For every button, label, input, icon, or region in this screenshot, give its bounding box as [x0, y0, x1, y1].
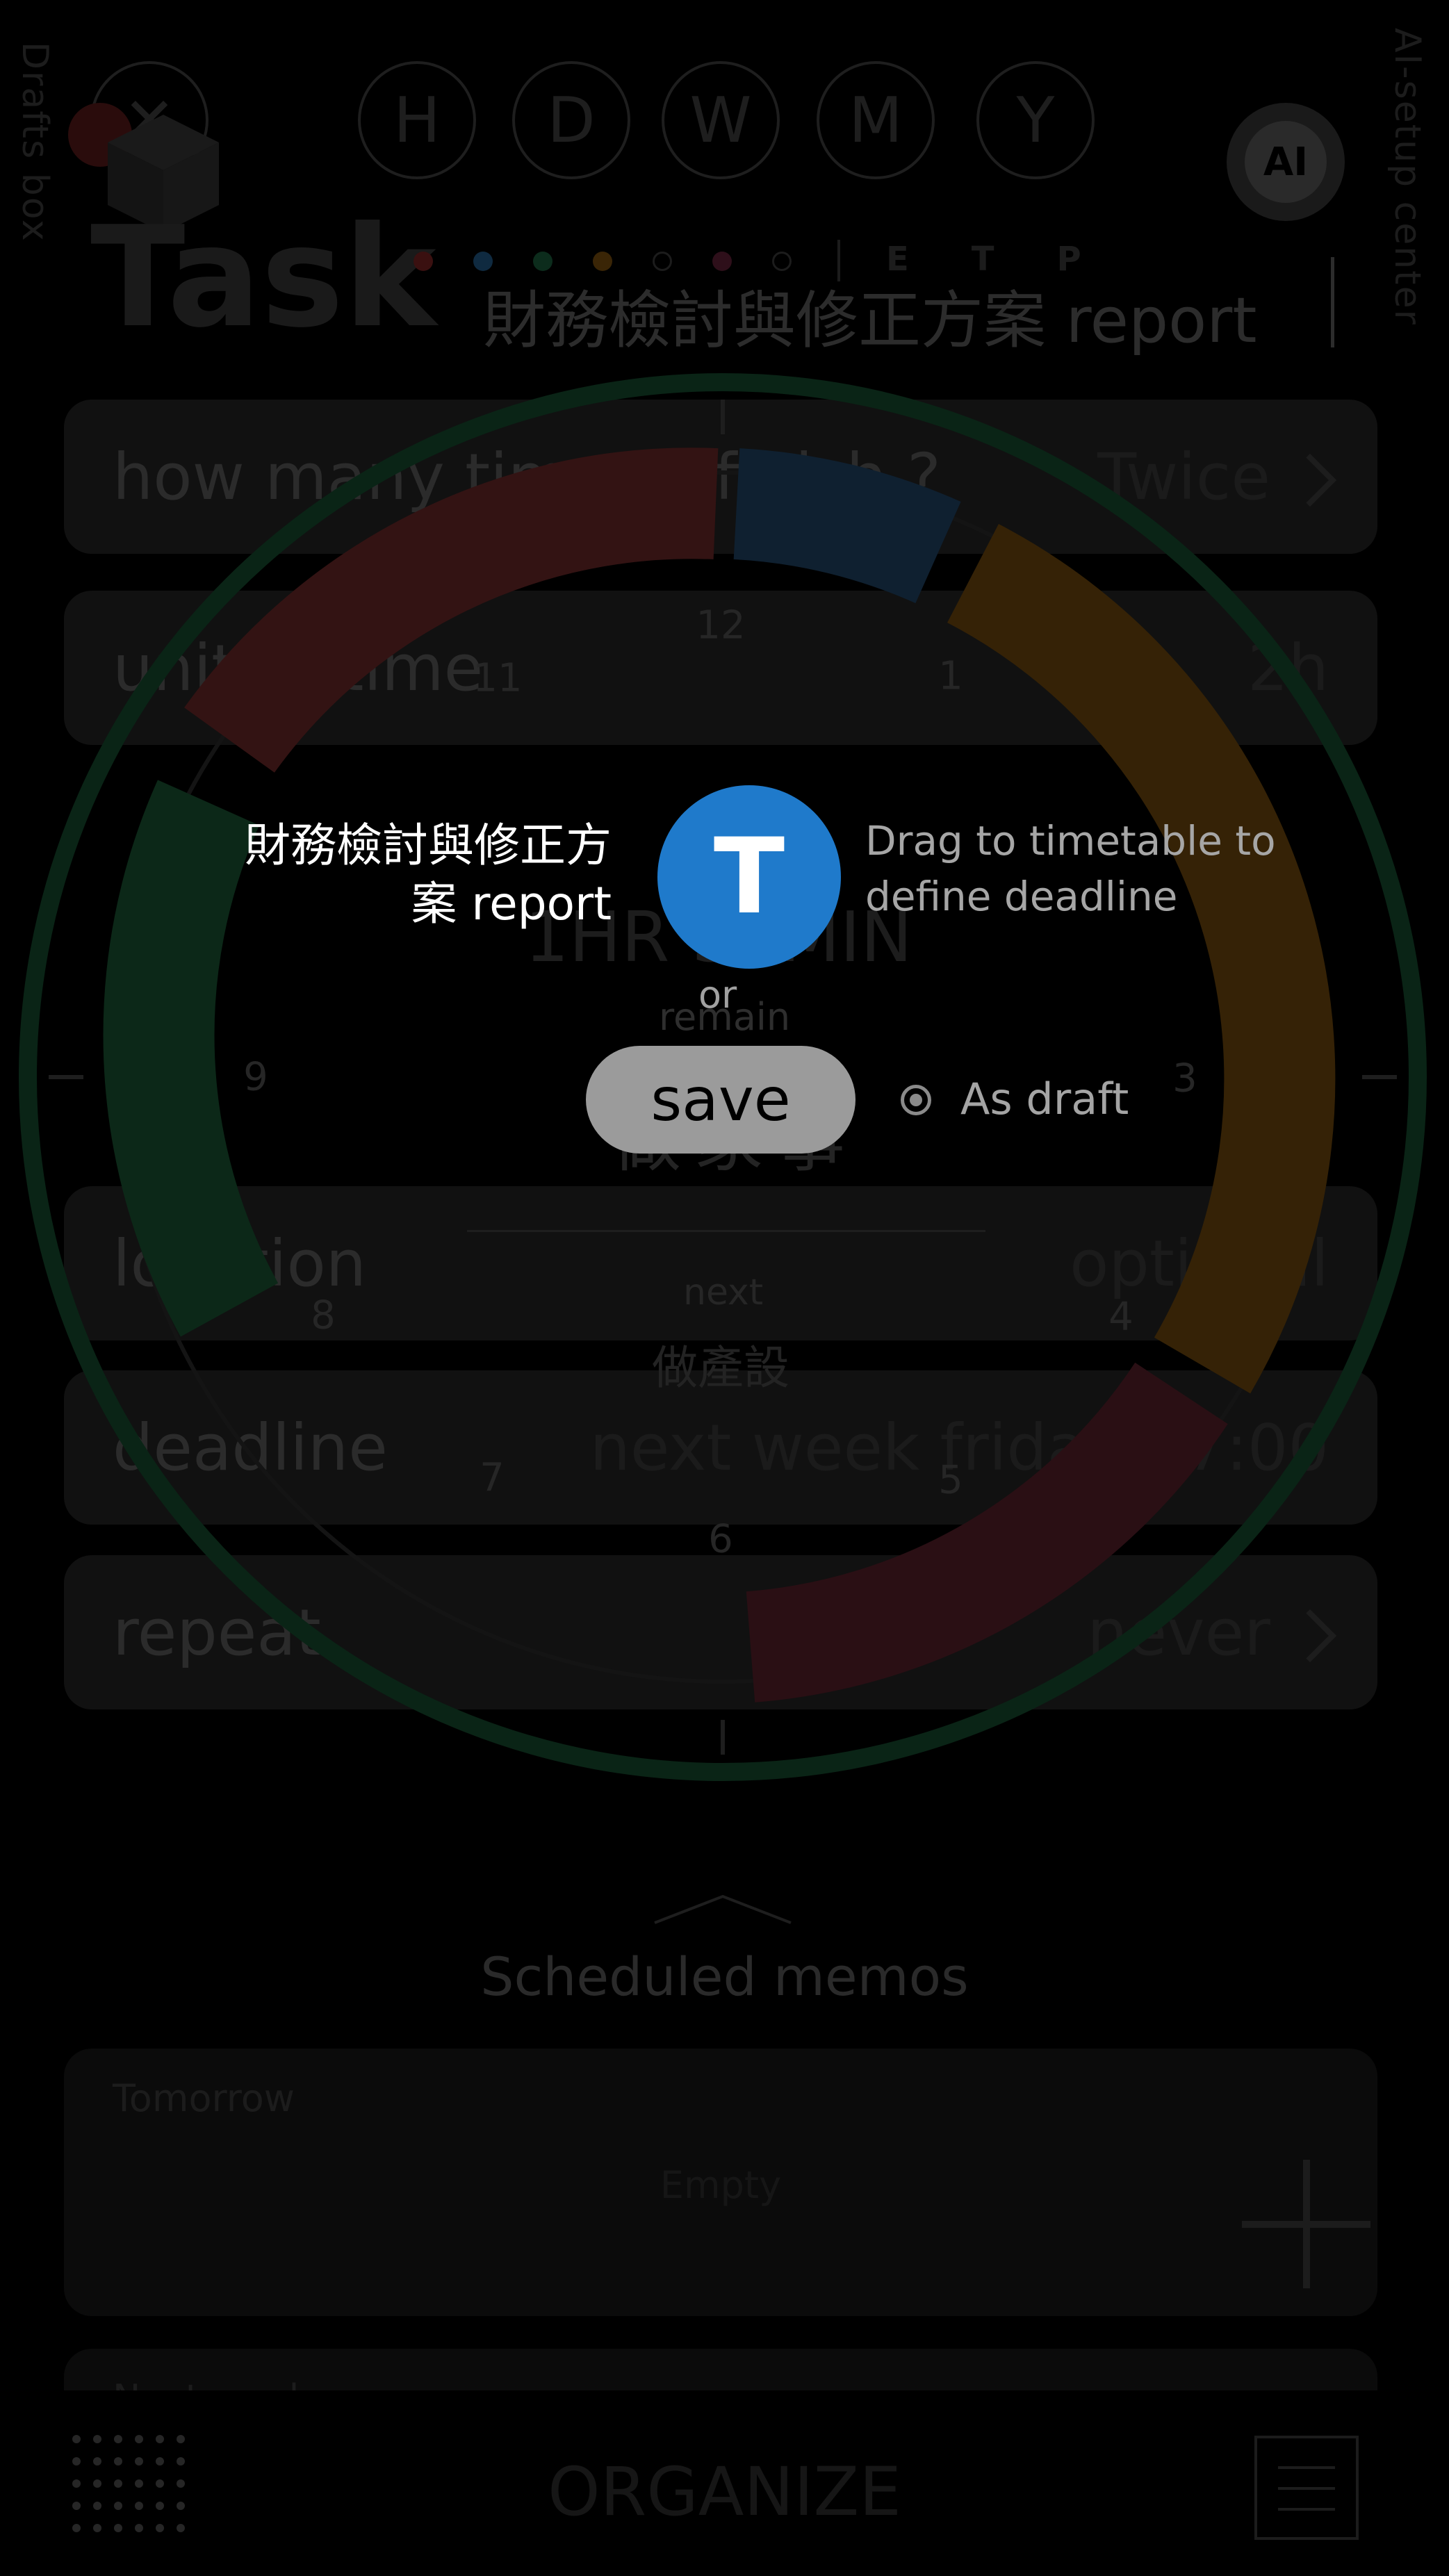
blue-segment [732, 448, 961, 604]
period-month-button[interactable]: M [817, 61, 935, 179]
next-label: next [683, 1272, 764, 1313]
ai-button[interactable]: AI [1227, 103, 1345, 221]
green-segment [103, 780, 279, 1337]
period-label: M [849, 83, 903, 157]
clock-number: 3 [1172, 1056, 1197, 1101]
period-year-button[interactable]: Y [976, 61, 1095, 179]
next-activity: 做產設 [652, 1341, 789, 1395]
ai-setup-center-tab[interactable]: AI-setup center [1386, 28, 1428, 326]
clock-number: 7 [480, 1455, 505, 1501]
background-app-dimmed: Drafts box AI-setup center ✕ H D W M Y A… [0, 0, 1449, 2576]
menu-button[interactable] [1254, 2436, 1359, 2540]
clock-number: 5 [938, 1457, 963, 1503]
plus-icon-bar [1242, 2221, 1370, 2228]
ai-icon: AI [1245, 121, 1327, 203]
clock-number: 12 [696, 602, 746, 648]
period-label: W [689, 83, 752, 157]
drag-hint: Drag to timetable to define deadline [865, 817, 1276, 920]
menu-icon [1278, 2466, 1335, 2469]
text-cursor [1331, 257, 1334, 347]
period-label: H [393, 83, 441, 157]
task-drag-handle[interactable]: T [657, 785, 841, 969]
period-hour-button[interactable]: H [358, 61, 476, 179]
save-button[interactable]: save [586, 1046, 856, 1154]
clock-number: 8 [311, 1293, 336, 1338]
clock-number: 6 [708, 1516, 733, 1562]
clock-number: 9 [243, 1054, 268, 1100]
drafts-box-tab[interactable]: Drafts box [14, 42, 56, 243]
clock-number: 11 [473, 655, 523, 701]
chevron-up-icon[interactable] [653, 1894, 792, 1925]
period-label: Y [1016, 83, 1055, 157]
memo-empty-text: Empty [660, 2163, 782, 2207]
dragged-task-title: 財務檢討與修正方案 report [245, 819, 612, 930]
divider [467, 1230, 985, 1232]
task-title-input[interactable]: 財務檢討與修正方案 report [483, 270, 1257, 360]
clock-number: 1 [938, 653, 963, 699]
task-heading: Task [90, 197, 436, 359]
as-draft-label[interactable]: As draft [960, 1074, 1129, 1124]
red-segment [184, 448, 719, 773]
clock-number: 4 [1108, 1294, 1133, 1340]
as-draft-radio[interactable] [901, 1085, 931, 1115]
menu-icon-bar [1278, 2487, 1335, 2490]
memo-card-tomorrow[interactable]: Tomorrow Empty [64, 2049, 1377, 2316]
scheduled-memos-title: Scheduled memos [480, 1946, 969, 2008]
add-memo-button[interactable] [1242, 2160, 1370, 2288]
period-day-button[interactable]: D [512, 61, 630, 179]
memo-heading: Tomorrow [113, 2076, 295, 2120]
category-dots [414, 252, 792, 271]
period-label: D [547, 83, 596, 157]
or-label: or [698, 973, 737, 1017]
orange-segment [947, 524, 1336, 1394]
period-week-button[interactable]: W [662, 61, 780, 179]
task-avatar-letter: T [713, 817, 785, 937]
organize-button[interactable]: ORGANIZE [0, 2453, 1449, 2531]
menu-icon-bar [1278, 2508, 1335, 2511]
crimson-segment [746, 1362, 1228, 1703]
